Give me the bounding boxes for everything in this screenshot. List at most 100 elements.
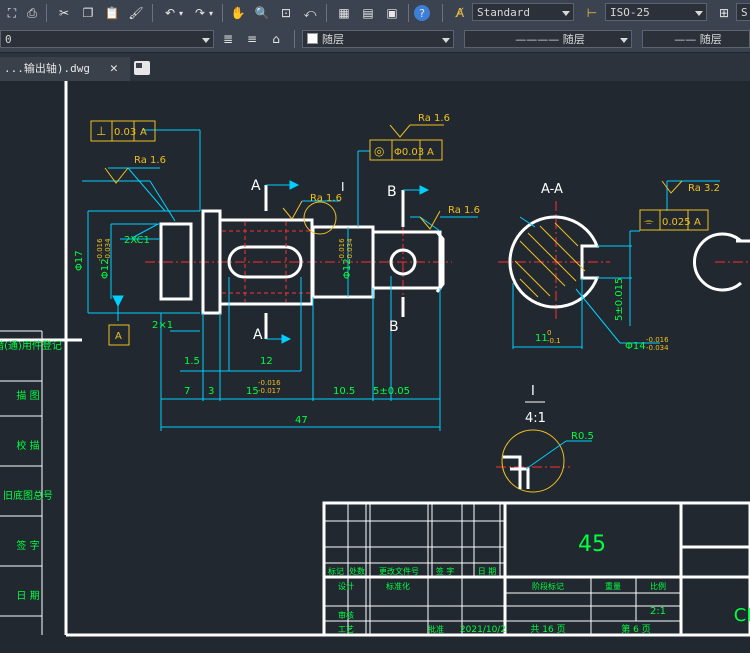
redo-dropdown-icon[interactable]: ▾ <box>206 3 216 23</box>
label-jieduan: 阶段标记 <box>532 581 564 591</box>
dia17-label: Φ17 <box>74 250 85 271</box>
total-pages: 共 16 页 <box>530 624 565 635</box>
make-layer-current-icon[interactable]: ≣ <box>218 29 238 49</box>
datum-a-label: A <box>115 331 122 342</box>
section-b-top-label: B <box>387 184 397 200</box>
linetype-select[interactable]: ———— 随层 <box>464 30 632 48</box>
document-tab-bar: ...输出轴).dwg ✕ <box>0 53 750 81</box>
dim-5-015: 5±0.015 <box>614 278 625 321</box>
dim-10-5: 10.5 <box>333 386 355 397</box>
side-label-1: 借(通)用件登记 <box>0 339 62 352</box>
print-icon[interactable]: ⎙ <box>22 3 42 23</box>
label-gongyi: 工艺 <box>338 625 354 634</box>
dim-2x1: 2×1 <box>152 320 173 331</box>
label-pizhun: 批准 <box>428 624 444 634</box>
roughness-label-1: Ra 1.6 <box>134 155 166 166</box>
detail-mark-label: I <box>341 180 345 194</box>
tol-perp-ref: A <box>140 127 147 138</box>
color-value: 随层 <box>322 33 344 46</box>
page-number: 第 6 页 <box>621 623 650 635</box>
perpendicularity-icon: ⊥ <box>96 124 106 138</box>
linetype-value: ———— 随层 <box>515 33 585 46</box>
header-riqi: 日 期 <box>478 567 497 576</box>
color-select[interactable]: 随层 <box>302 30 454 48</box>
close-tab-icon[interactable]: ✕ <box>110 57 118 81</box>
drawing-code-partial: CL <box>734 605 750 626</box>
date-value: 2021/10/2 <box>460 625 506 635</box>
calculator-icon[interactable]: ▦ <box>334 3 354 23</box>
layer-state-icon[interactable]: ⌂ <box>266 29 286 49</box>
header-fenqu: 更改文件号 <box>379 566 419 576</box>
dim-15-tol-up: -0.016 <box>258 379 281 387</box>
cut-icon[interactable]: ✂ <box>54 3 74 23</box>
dim-15: 15 <box>246 386 259 397</box>
dia12b-tol-low: -0.034 <box>346 238 354 261</box>
tol-conc-ref: A <box>427 147 434 158</box>
dim-11: 11 <box>535 333 548 344</box>
toolbar-separator <box>294 30 295 48</box>
text-style-icon[interactable]: A̸ <box>450 3 470 23</box>
dim-11-tol-low: -0.1 <box>547 337 561 345</box>
help-icon[interactable]: ? <box>414 5 430 21</box>
zoom-extents-icon[interactable]: ⛶ <box>2 3 22 23</box>
side-label-4: 旧底图总号 <box>3 489 53 502</box>
undo-dropdown-icon[interactable]: ▾ <box>176 3 186 23</box>
dim-7: 7 <box>184 386 190 397</box>
layer-previous-icon[interactable]: ≡ <box>242 29 262 49</box>
dia12b-tol-up: -0.016 <box>338 238 346 261</box>
label-sheji: 设计 <box>338 581 354 591</box>
table-style-select[interactable]: S <box>736 3 750 21</box>
table-icon[interactable]: ▤ <box>358 3 378 23</box>
new-tab-icon[interactable] <box>134 61 150 75</box>
table-style-icon[interactable]: ⊞ <box>714 3 734 23</box>
scale-value: 2:1 <box>650 606 666 617</box>
paste-icon[interactable]: 📋 <box>102 3 122 23</box>
side-label-6: 日 期 <box>16 590 39 602</box>
tol-sym-ref: A <box>694 217 701 228</box>
label-bili: 比例 <box>650 581 666 591</box>
drawing-svg: 借(通)用件登记 描 图 校 描 旧底图总号 签 字 日 期 ⊥ 0.03 A … <box>0 81 750 637</box>
zoom-window-icon[interactable]: ⊡ <box>276 3 296 23</box>
tol-conc-value: Φ0.03 <box>394 147 424 158</box>
toolbar-separator <box>442 4 443 22</box>
side-table-labels: 借(通)用件登记 描 图 校 描 旧底图总号 签 字 日 期 <box>0 339 62 602</box>
layer-select[interactable]: 0 <box>0 30 214 48</box>
lineweight-value: —— 随层 <box>674 33 722 46</box>
detail-scale: 4:1 <box>525 411 546 426</box>
zoom-previous-icon[interactable]: ⤺ <box>300 3 320 23</box>
properties-icon[interactable]: ▣ <box>382 3 402 23</box>
dim-14-tol-low: -0.034 <box>646 344 669 352</box>
layer-value: 0 <box>5 33 12 46</box>
dim-1-5: 1.5 <box>184 356 200 367</box>
detail-radius-label: R0.5 <box>571 431 594 442</box>
chamfer-label: 2XC1 <box>124 235 150 246</box>
lineweight-select[interactable]: —— 随层 <box>642 30 750 48</box>
properties-toolbar: 0 ≣ ≡ ⌂ 随层 ———— 随层 —— 随层 <box>0 26 750 53</box>
pan-icon[interactable]: ✋ <box>228 3 248 23</box>
section-a-bottom-label: A <box>253 327 263 343</box>
side-label-5: 签 字 <box>16 539 39 552</box>
zoom-realtime-icon[interactable]: 🔍 <box>252 3 272 23</box>
table-style-value: S <box>741 6 748 19</box>
toolbar-separator <box>408 4 409 22</box>
roughness-label-3: Ra 1.6 <box>310 193 342 204</box>
roughness-symbols <box>104 124 683 235</box>
dim-style-select[interactable]: ISO-25 <box>605 3 707 21</box>
header-qianzi: 签 字 <box>436 566 455 576</box>
document-tab[interactable]: ...输出轴).dwg ✕ <box>0 57 130 81</box>
match-properties-icon[interactable]: 🖌 <box>126 3 146 23</box>
roughness-label-4: Ra 1.6 <box>448 205 480 216</box>
toolbar-separator <box>152 4 153 22</box>
roughness-label-5: Ra 3.2 <box>688 183 720 194</box>
text-style-select[interactable]: Standard <box>472 3 574 21</box>
section-b-bottom-label: B <box>389 319 399 335</box>
dim-5: 5±0.05 <box>373 386 410 397</box>
copy-icon[interactable]: ❐ <box>78 3 98 23</box>
label-zhongliang: 重量 <box>605 581 621 591</box>
dim-style-icon[interactable]: ⊢ <box>582 3 602 23</box>
tol-perp-value: 0.03 <box>114 127 136 138</box>
dim-14: Φ14 <box>625 341 646 352</box>
toolbar-separator <box>326 4 327 22</box>
drawing-canvas[interactable]: 借(通)用件登记 描 图 校 描 旧底图总号 签 字 日 期 ⊥ 0.03 A … <box>0 81 750 649</box>
dim-15-tol-low: -0.017 <box>258 387 281 395</box>
